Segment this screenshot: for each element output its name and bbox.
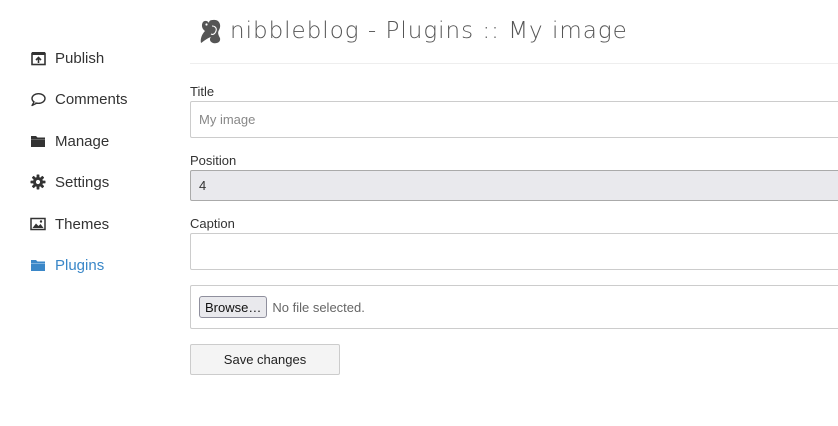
image-icon [30,216,46,232]
sidebar-item-publish[interactable]: Publish [30,46,104,70]
save-button[interactable]: Save changes [190,344,340,375]
browse-button[interactable]: Browse… [199,296,268,318]
sidebar-item-label: Settings [55,173,110,191]
caption-label: Caption [190,216,235,231]
file-upload-field: Browse… No file selected. [190,285,838,329]
sidebar-item-label: Publish [55,49,105,67]
sidebar-item-label: Themes [55,215,110,233]
position-input[interactable] [190,170,838,201]
sidebar-item-settings[interactable]: Settings [30,170,109,194]
title-input[interactable] [190,101,838,138]
title-label: Title [190,84,215,99]
gear-icon [30,174,46,190]
sidebar-item-plugins[interactable]: Plugins [30,253,104,277]
sidebar-item-comments[interactable]: Comments [30,87,128,111]
sidebar-item-themes[interactable]: Themes [30,212,109,236]
comment-icon [30,91,46,107]
sidebar-item-label: Comments [55,90,128,108]
folder-icon [30,133,46,149]
file-status-text: No file selected. [272,299,365,315]
sidebar-item-manage[interactable]: Manage [30,129,109,153]
header-divider [190,63,838,64]
position-label: Position [190,153,237,168]
publish-icon [30,50,46,66]
squirrel-logo-icon [198,17,222,45]
caption-input[interactable] [190,233,838,270]
sidebar-item-label: Manage [55,132,110,150]
folder-icon [30,257,46,273]
page-title: nibbleblog - Plugins :: My image [230,18,628,44]
page-header: nibbleblog - Plugins :: My image [198,14,628,48]
sidebar-item-label: Plugins [55,256,105,274]
